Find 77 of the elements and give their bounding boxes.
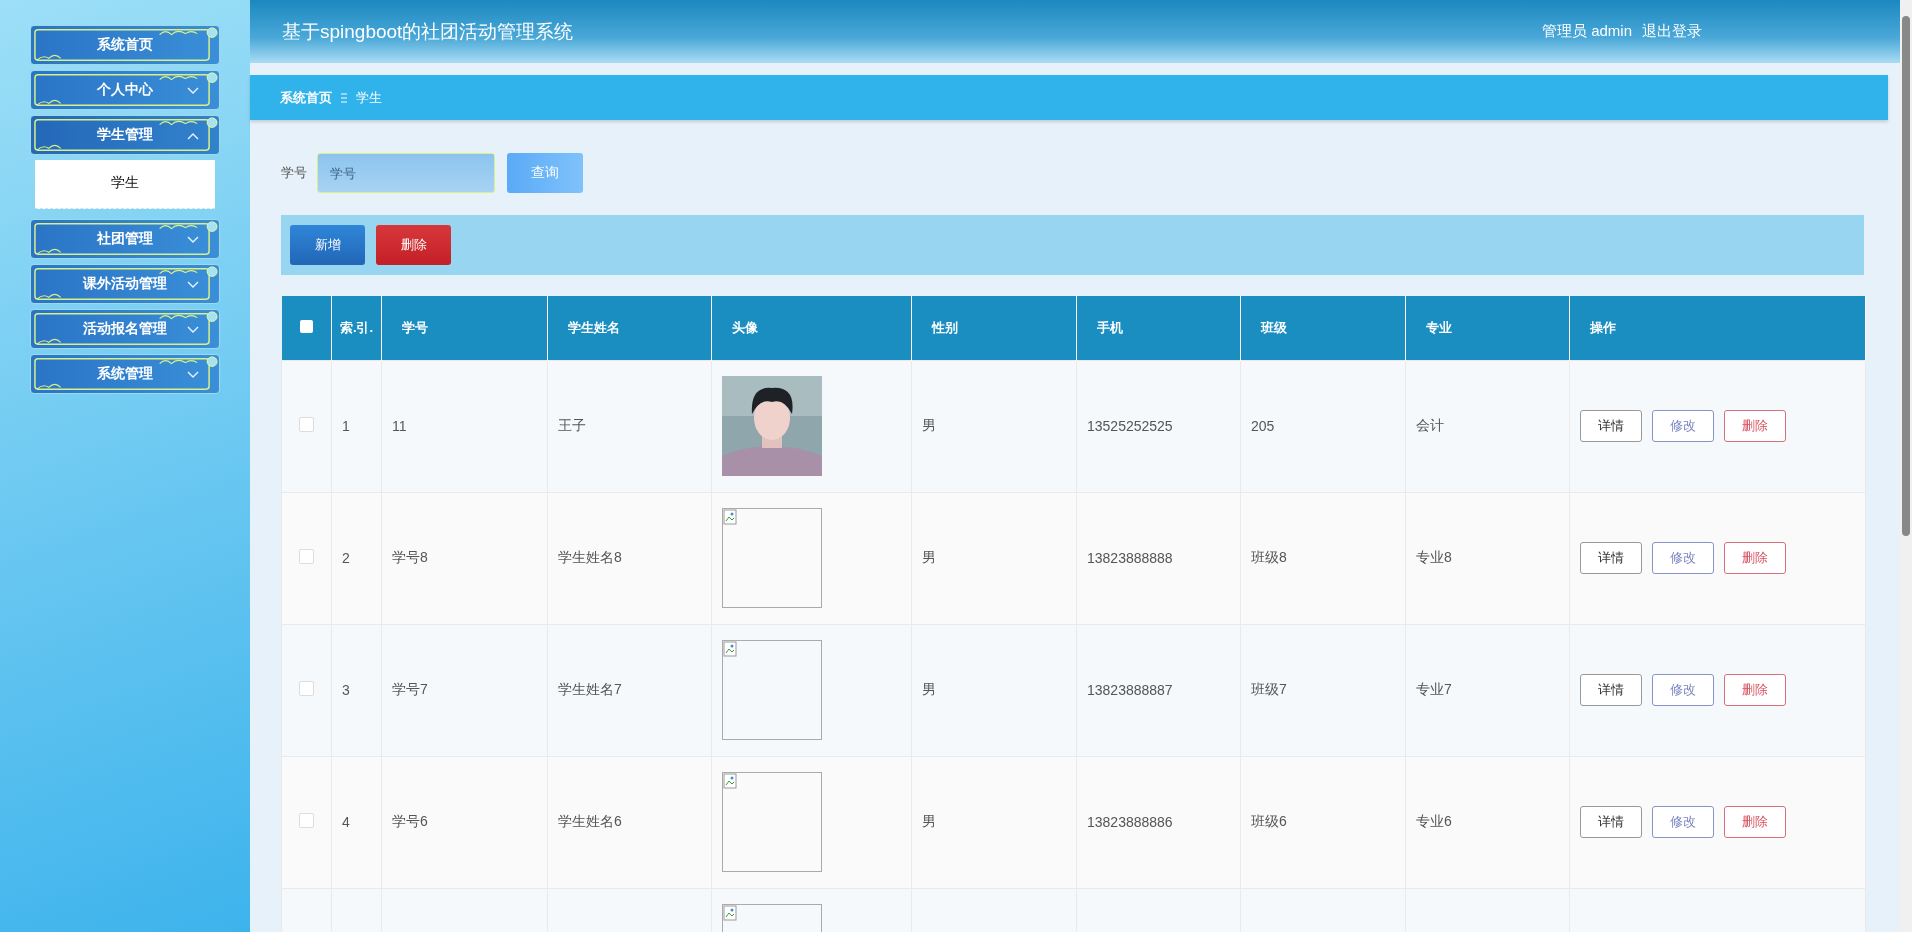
user-label: 管理员 admin [1541, 22, 1632, 41]
menu-item[interactable]: 系统管理 [30, 354, 220, 394]
table-cell: 学号8 [392, 549, 428, 565]
menu-item[interactable]: 课外活动管理 [30, 264, 220, 304]
menu-item[interactable]: 活动报名管理 [30, 309, 220, 349]
select-all-checkbox[interactable] [299, 319, 313, 333]
column-header: 学号 [381, 296, 548, 360]
table-cell: 专业7 [1416, 681, 1452, 697]
table-cell: 男 [922, 417, 936, 433]
search-field[interactable]: 学号 [317, 153, 495, 193]
row-action-button[interactable]: 删除 [1724, 542, 1786, 574]
menu-item[interactable]: 社团管理 [30, 219, 220, 259]
table-cell: 13525252525 [1087, 418, 1173, 434]
table-cell: 3 [342, 682, 350, 698]
row-action-button[interactable]: 修改 [1652, 674, 1714, 706]
row-action-button[interactable]: 删除 [1724, 806, 1786, 838]
row-action-button[interactable]: 修改 [1652, 542, 1714, 574]
row-action-button[interactable]: 详情 [1580, 410, 1642, 442]
broken-image-icon [722, 772, 822, 872]
submenu-item[interactable]: 学生 [35, 160, 215, 208]
broken-image-icon [722, 640, 822, 740]
table-cell: 班级6 [1251, 813, 1287, 829]
row-action-button[interactable]: 详情 [1580, 542, 1642, 574]
column-header: 头像 [711, 296, 912, 360]
row-action-button[interactable]: 修改 [1652, 806, 1714, 838]
menu-item[interactable]: 学生管理 [30, 115, 220, 155]
table-cell: 专业8 [1416, 549, 1452, 565]
table-cell: 学号7 [392, 681, 428, 697]
table-cell: 学生姓名7 [558, 681, 622, 697]
column-header: 手机 [1076, 296, 1241, 360]
table-cell: 13823888887 [1087, 682, 1173, 698]
table-cell: 13823888888 [1087, 550, 1173, 566]
table-cell: 205 [1251, 418, 1275, 434]
row-action-button[interactable]: 删除 [1724, 674, 1786, 706]
row-action-button[interactable]: 删除 [1724, 410, 1786, 442]
column-header: 班级 [1240, 296, 1406, 360]
table-cell: 学号6 [392, 813, 428, 829]
table-cell: 1 [342, 418, 350, 434]
table-cell: 学生姓名8 [558, 549, 622, 565]
table-cell: 会计 [1416, 417, 1444, 433]
row-action-button[interactable]: 详情 [1580, 674, 1642, 706]
logout-link[interactable]: 退出登录 [1642, 22, 1702, 41]
menu-item[interactable]: 系统首页 [30, 25, 220, 65]
action-button[interactable]: 删除 [376, 225, 451, 265]
table-cell: 班级8 [1251, 549, 1287, 565]
search-label: 学号 [281, 164, 307, 182]
table-cell: 男 [922, 681, 936, 697]
broken-image-icon [722, 508, 822, 608]
scrollbar[interactable] [1900, 0, 1912, 932]
column-header: 性别 [911, 296, 1077, 360]
table-cell: 11 [392, 418, 407, 434]
table-cell: 2 [342, 550, 350, 566]
row-checkbox[interactable] [299, 813, 314, 828]
separator-icon [340, 92, 348, 103]
row-checkbox[interactable] [299, 417, 314, 432]
action-button[interactable]: 新增 [290, 225, 365, 265]
table-cell: 4 [342, 814, 350, 830]
table-cell: 男 [922, 549, 936, 565]
menu-item[interactable]: 个人中心 [30, 70, 220, 110]
table-cell: 专业6 [1416, 813, 1452, 829]
row-action-button[interactable]: 修改 [1652, 410, 1714, 442]
column-header: 操作 [1569, 296, 1866, 360]
breadcrumb-item[interactable]: 系统首页 [280, 88, 332, 107]
column-header: 索.引. [331, 296, 382, 360]
search-button[interactable]: 查询 [507, 153, 583, 193]
breadcrumb-item: 学生 [356, 88, 382, 107]
table-cell: 班级7 [1251, 681, 1287, 697]
app-title: 基于spingboot的社团活动管理系统 [282, 19, 574, 44]
column-header: 专业 [1405, 296, 1570, 360]
table-cell: 学生姓名6 [558, 813, 622, 829]
row-checkbox[interactable] [299, 681, 314, 696]
table-cell: 男 [922, 813, 936, 829]
table-cell: 13823888886 [1087, 814, 1173, 830]
row-action-button[interactable]: 详情 [1580, 806, 1642, 838]
column-header: 学生姓名 [547, 296, 712, 360]
table-cell: 王子 [558, 417, 586, 433]
row-checkbox[interactable] [299, 549, 314, 564]
